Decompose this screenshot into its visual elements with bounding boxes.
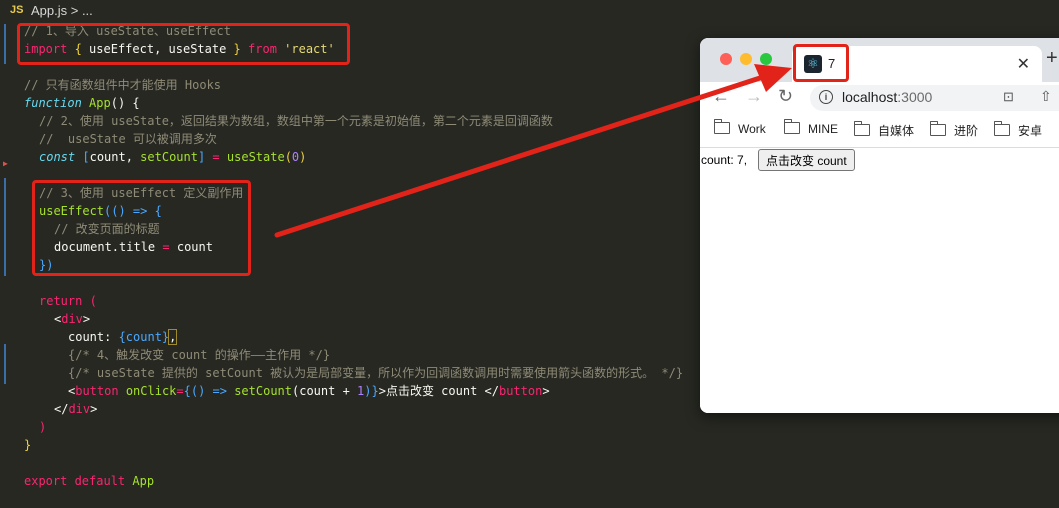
arrow-shaft [274,75,763,238]
annotation-arrow [274,64,792,238]
